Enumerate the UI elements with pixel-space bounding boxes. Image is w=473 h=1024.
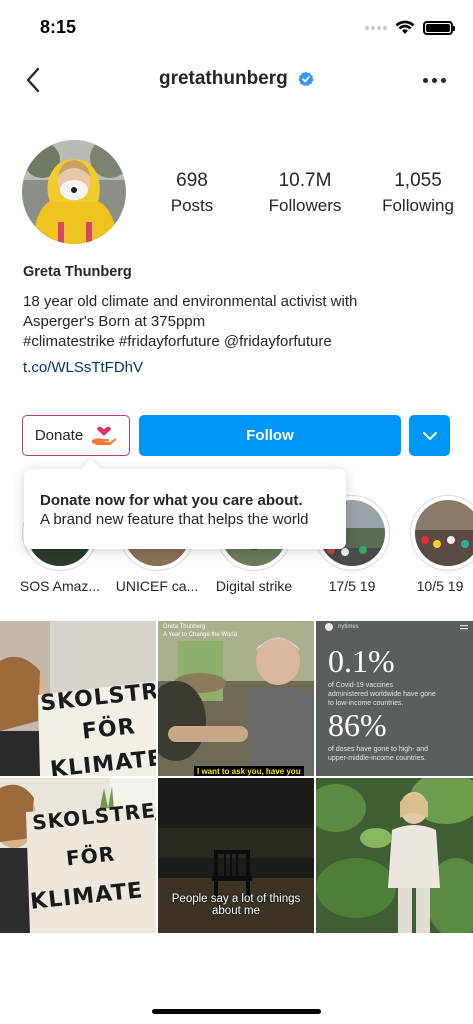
following-count: 1,055 [394, 170, 442, 191]
highlight-label: Digital strike [215, 578, 293, 594]
post-thumbnail[interactable]: SKOLSTREJ FÖR KLIMATE [0, 778, 156, 933]
posts-stat[interactable]: 698 Posts [152, 170, 232, 216]
bio-hashtags[interactable]: #climatestrike #fridayforfuture @fridayf… [23, 332, 453, 352]
suggested-dropdown-button[interactable] [409, 415, 450, 456]
post-caption: I want to ask you, have you [194, 766, 304, 776]
status-indicators [365, 20, 455, 35]
post-stat-text: of Covid-19 vaccines administered worldw… [328, 681, 436, 708]
post-image [316, 778, 473, 933]
followers-stat[interactable]: 10.7M Followers [250, 170, 360, 216]
profile-bio: Greta Thunberg 18 year old climate and e… [23, 264, 453, 376]
follow-button[interactable]: Follow [139, 415, 401, 456]
bio-line: 18 year old climate and environmental ac… [23, 293, 358, 310]
more-options-button[interactable] [423, 70, 449, 90]
donate-button[interactable]: Donate [22, 415, 130, 456]
followers-label: Followers [268, 196, 342, 215]
post-thumbnail[interactable] [316, 778, 473, 933]
post-thumbnail[interactable]: Greta Thunberg A Year to Change the Worl… [158, 621, 314, 776]
avatar-image [22, 140, 126, 244]
profile-name: Greta Thunberg [23, 264, 132, 280]
following-stat[interactable]: 1,055 Following [372, 170, 464, 216]
profile-stats: 698 Posts 10.7M Followers 1,055 Followin… [140, 170, 473, 220]
highlight-label: SOS Amaz... [19, 578, 101, 594]
post-video-subtitle: A Year to Change the World [163, 632, 237, 638]
more-horizontal-icon [423, 77, 428, 83]
signal-icon [365, 25, 387, 30]
more-dot [432, 77, 437, 83]
heart-hand-icon [92, 426, 117, 445]
following-label: Following [382, 196, 454, 215]
chevron-down-icon [422, 431, 437, 440]
highlight-cover [415, 500, 473, 566]
username: gretathunberg [158, 68, 288, 89]
post-stat-line: administered worldwide have gone [328, 691, 436, 698]
highlight-label: 17/5 19 [328, 578, 376, 594]
posts-count: 698 [176, 170, 208, 191]
post-sign-line: FÖR [64, 841, 117, 871]
bio-link[interactable]: t.co/WLSsTtFDhV [23, 359, 453, 376]
posts-grid: SKOLSTREJK FÖR KLIMATET Greta Thunberg A… [0, 621, 473, 933]
verified-badge-icon [298, 71, 314, 87]
tooltip-title: Donate now for what you care about. [40, 492, 303, 509]
tooltip-text: A brand new feature that helps the world [40, 511, 309, 528]
post-stat-line: upper-middle-income countries. [328, 755, 427, 762]
posts-label: Posts [170, 196, 214, 215]
profile-avatar[interactable] [22, 140, 126, 244]
bio-line: Asperger's Born at 375ppm [23, 313, 206, 330]
post-caption: People say a lot of things about me [171, 893, 301, 917]
post-thumbnail[interactable]: People say a lot of things about me [158, 778, 314, 933]
donate-tooltip[interactable]: Donate now for what you care about. A br… [24, 469, 346, 549]
post-source: nytimes [338, 624, 359, 630]
post-stat: 0.1% [328, 643, 395, 679]
wifi-icon [395, 20, 415, 34]
post-image [158, 621, 314, 776]
profile-username-header: gretathunberg [0, 68, 473, 90]
followers-count: 10.7M [278, 170, 332, 191]
highlight-item[interactable]: 10/5 19 [407, 495, 473, 594]
post-stat-line: of Covid-19 vaccines [328, 682, 393, 689]
donate-label: Donate [34, 427, 84, 444]
more-dot [441, 77, 446, 83]
post-video-title: Greta Thunberg [163, 624, 206, 630]
post-stat: 86% [328, 707, 387, 743]
battery-icon [423, 20, 455, 35]
post-stat-text: of doses have gone to high- and upper-mi… [328, 745, 428, 763]
bio-text: 18 year old climate and environmental ac… [23, 292, 453, 352]
highlight-label: 10/5 19 [416, 578, 464, 594]
post-thumbnail[interactable]: SKOLSTREJK FÖR KLIMATET [0, 621, 156, 776]
post-stat-line: of doses have gone to high- and [328, 746, 429, 753]
status-time: 8:15 [40, 17, 77, 37]
highlight-label: UNICEF ca... [115, 578, 199, 594]
post-thumbnail[interactable]: nytimes 0.1% of Covid-19 vaccines admini… [316, 621, 473, 776]
home-indicator[interactable] [152, 1009, 321, 1014]
